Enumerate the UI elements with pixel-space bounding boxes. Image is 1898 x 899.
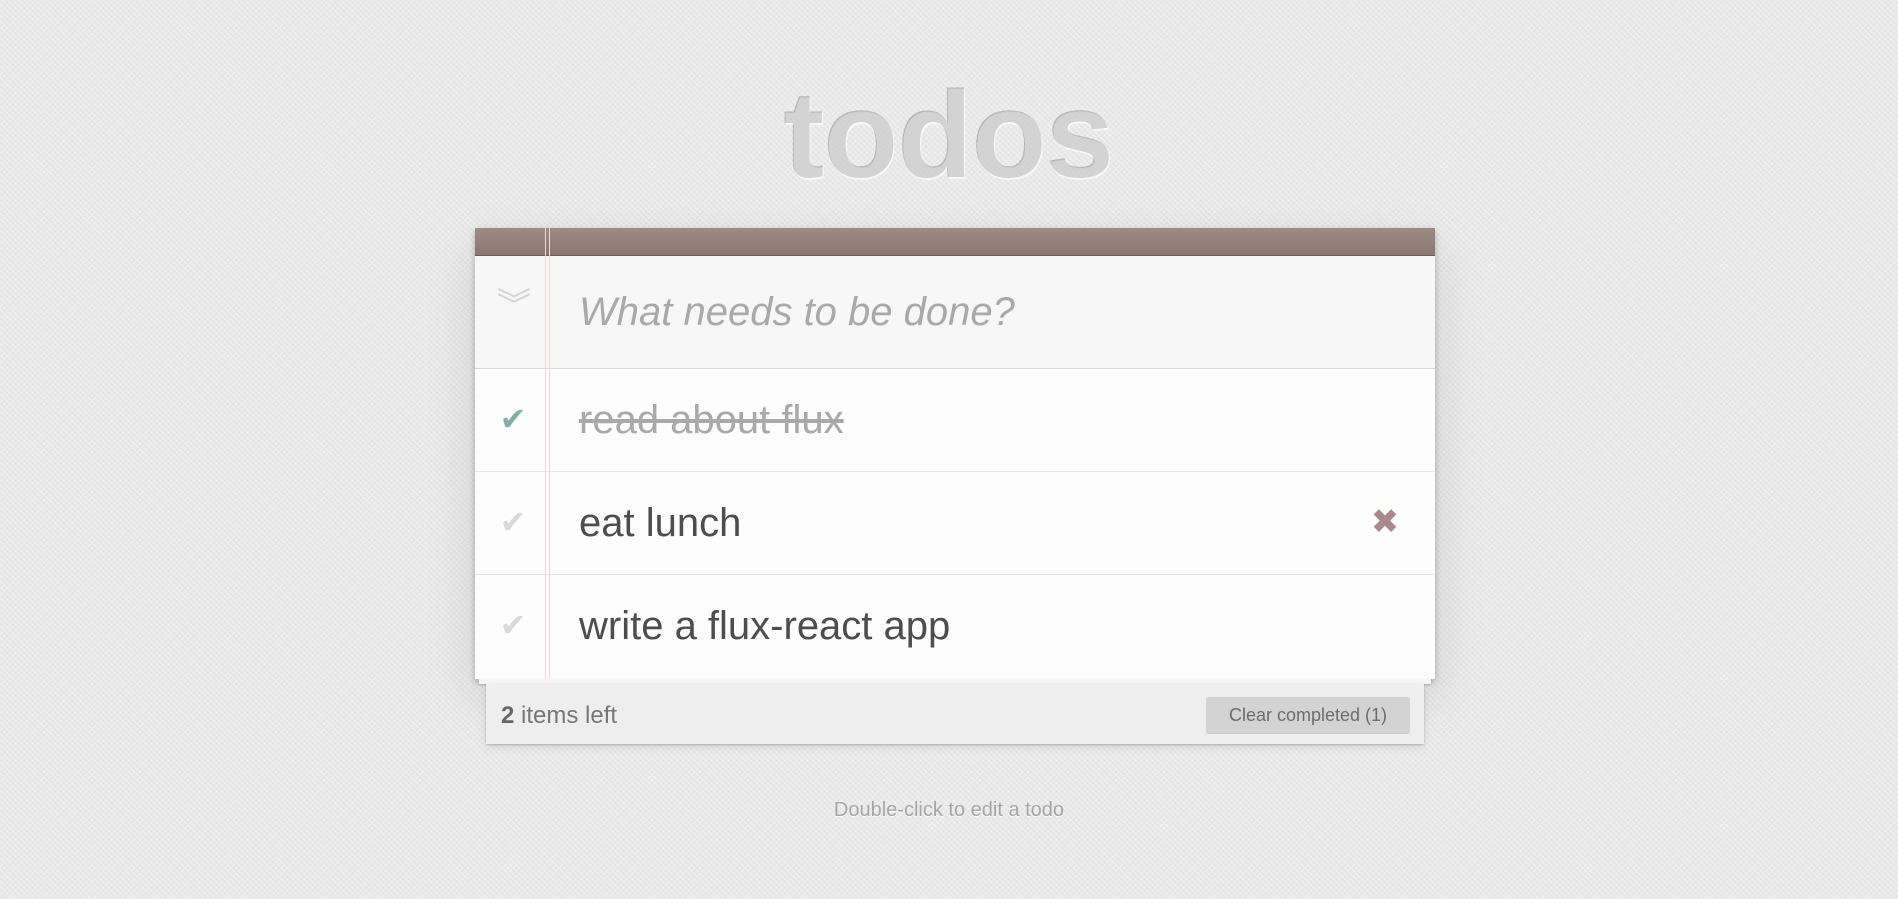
close-x-icon[interactable]: ✖ <box>1365 502 1405 542</box>
todo-count-number: 2 <box>501 702 515 729</box>
todo-label[interactable]: eat lunch <box>579 498 741 548</box>
todo-count: 2 items left <box>501 702 617 730</box>
todo-item[interactable]: ✔ write a flux-react app <box>475 575 1435 679</box>
clear-completed-button[interactable]: Clear completed (1) <box>1206 697 1410 734</box>
todo-count-suffix: items left <box>514 702 618 729</box>
edit-hint: Double-click to edit a todo <box>833 799 1065 821</box>
todo-label[interactable]: write a flux-react app <box>579 601 950 651</box>
checkmark-icon[interactable]: ✔ <box>493 502 533 542</box>
todo-app: ︾ ✔ read about flux ✔ eat lunch ✖ ✔ writ… <box>475 228 1435 679</box>
checkmark-icon[interactable]: ✔ <box>493 399 533 439</box>
header-band <box>475 228 1435 256</box>
new-todo-input[interactable] <box>579 278 1399 346</box>
checkmark-icon[interactable]: ✔ <box>493 605 533 645</box>
todo-item[interactable]: ✔ read about flux <box>475 369 1435 472</box>
todo-footer: 2 items left Clear completed (1) <box>486 684 1424 744</box>
todo-item[interactable]: ✔ eat lunch ✖ <box>475 472 1435 575</box>
toggle-all-icon[interactable]: ︾ <box>497 286 531 326</box>
app-title: todos <box>784 68 1115 205</box>
new-todo-row: ︾ <box>475 256 1435 369</box>
todo-label[interactable]: read about flux <box>579 395 844 445</box>
todo-list: ✔ read about flux ✔ eat lunch ✖ ✔ write … <box>475 369 1435 679</box>
